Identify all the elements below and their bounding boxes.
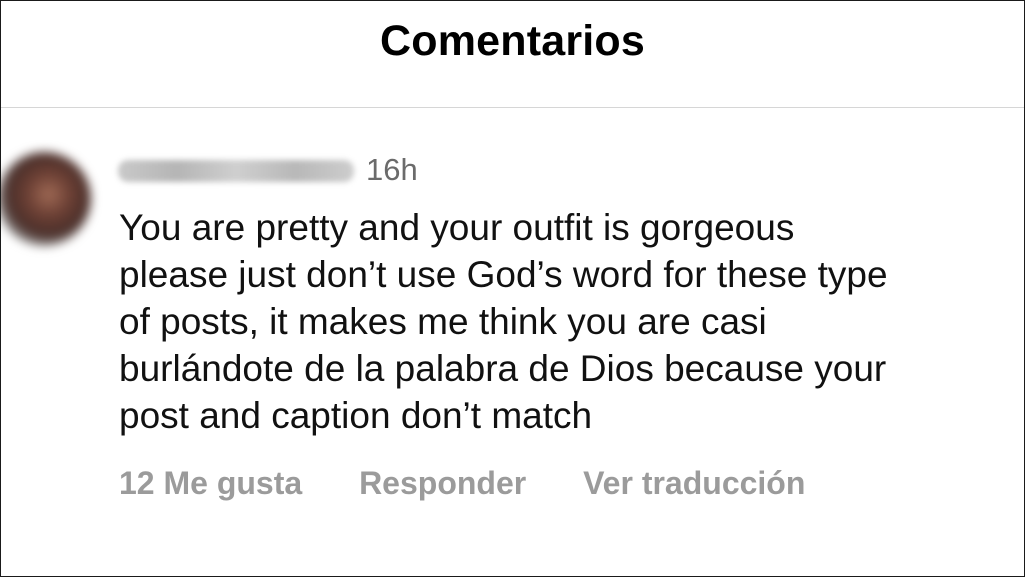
page-title: Comentarios	[379, 17, 646, 65]
comment-text-line: You are pretty and your outfit is gorgeo…	[119, 207, 795, 248]
comment-item: eunicegarcia1 16h You are pretty and you…	[1, 108, 1024, 576]
comment-text-line: please just don’t use God’s word for the…	[119, 254, 888, 295]
comment-text-line: burlándote de la palabra de Dios because…	[119, 348, 887, 389]
avatar[interactable]	[1, 152, 91, 246]
comment-text-line: post and caption don’t match	[119, 395, 593, 436]
comment-text-line: of posts, it makes me think you are casi	[119, 301, 767, 342]
comment-text: You are pretty and your outfit is gorgeo…	[119, 204, 1024, 439]
comments-screen: Comentarios eunicegarcia1 16h You are pr…	[0, 0, 1025, 577]
comment-username[interactable]: eunicegarcia1	[118, 160, 354, 182]
comment-timestamp: 16h	[366, 152, 418, 187]
see-translation-button[interactable]: Ver traducción	[583, 465, 805, 502]
reply-button[interactable]: Responder	[359, 465, 526, 502]
likes-count-button[interactable]: 12 Me gusta	[119, 465, 302, 502]
header: Comentarios	[1, 1, 1024, 108]
comment-actions: 12 Me gusta Responder Ver traducción	[119, 465, 853, 502]
